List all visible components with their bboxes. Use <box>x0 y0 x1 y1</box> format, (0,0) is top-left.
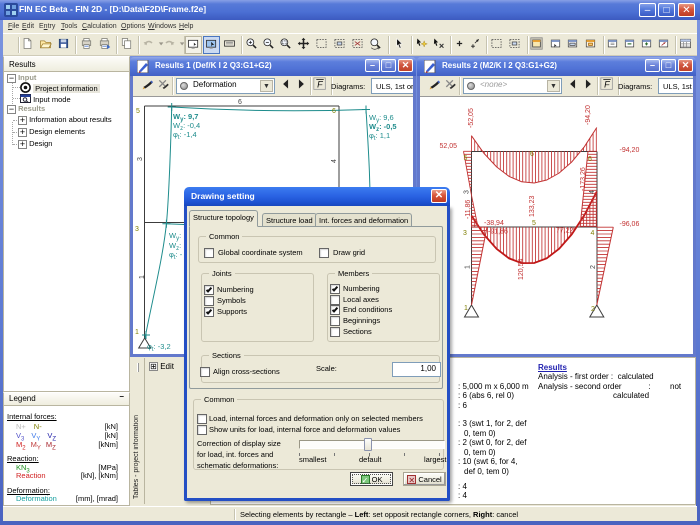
svg-text:4: 4 <box>591 230 595 237</box>
svg-text:3: 3 <box>137 157 144 161</box>
svg-text:φt: -3,2: φt: -3,2 <box>147 342 171 353</box>
svg-text:φt: -: φt: - <box>169 250 183 261</box>
svg-text:133,23: 133,23 <box>529 195 536 217</box>
svg-text:F: F <box>317 80 323 90</box>
svg-text:-91,86: -91,86 <box>488 229 508 236</box>
svg-text:-173,26: -173,26 <box>580 167 587 191</box>
svg-text:1: 1 <box>465 265 472 269</box>
svg-text:77,22: 77,22 <box>556 228 574 235</box>
svg-text:-94,20: -94,20 <box>620 147 640 154</box>
svg-text:1: 1 <box>464 305 468 312</box>
svg-text:6: 6 <box>588 156 592 163</box>
svg-text:3: 3 <box>464 190 471 194</box>
svg-text:1: 1 <box>135 329 139 336</box>
svg-text:3: 3 <box>135 226 139 233</box>
svg-text:4: 4 <box>331 159 338 163</box>
svg-text:3: 3 <box>463 230 467 237</box>
svg-text:-38,94: -38,94 <box>484 220 504 227</box>
svg-text:6: 6 <box>332 108 336 115</box>
svg-text:4: 4 <box>589 190 596 194</box>
svg-text:φt: 1,1: φt: 1,1 <box>369 131 390 142</box>
svg-text:5: 5 <box>136 108 140 115</box>
svg-text:5: 5 <box>532 220 536 227</box>
svg-text:6: 6 <box>530 151 534 158</box>
svg-text:-52,05: -52,05 <box>468 108 475 128</box>
svg-text:2: 2 <box>590 265 597 269</box>
svg-text:F: F <box>604 80 610 90</box>
svg-text:2: 2 <box>591 306 595 313</box>
svg-text:φt: -1,4: φt: -1,4 <box>173 130 197 141</box>
svg-text:5: 5 <box>464 155 468 162</box>
svg-text:-94,20: -94,20 <box>585 105 592 125</box>
svg-text:-11,86: -11,86 <box>465 200 472 219</box>
svg-text:52,05: 52,05 <box>439 143 457 150</box>
svg-text:120,54: 120,54 <box>518 258 525 280</box>
svg-text:1: 1 <box>139 275 146 279</box>
svg-text:6: 6 <box>238 99 242 106</box>
svg-text:-96,06: -96,06 <box>620 221 640 228</box>
